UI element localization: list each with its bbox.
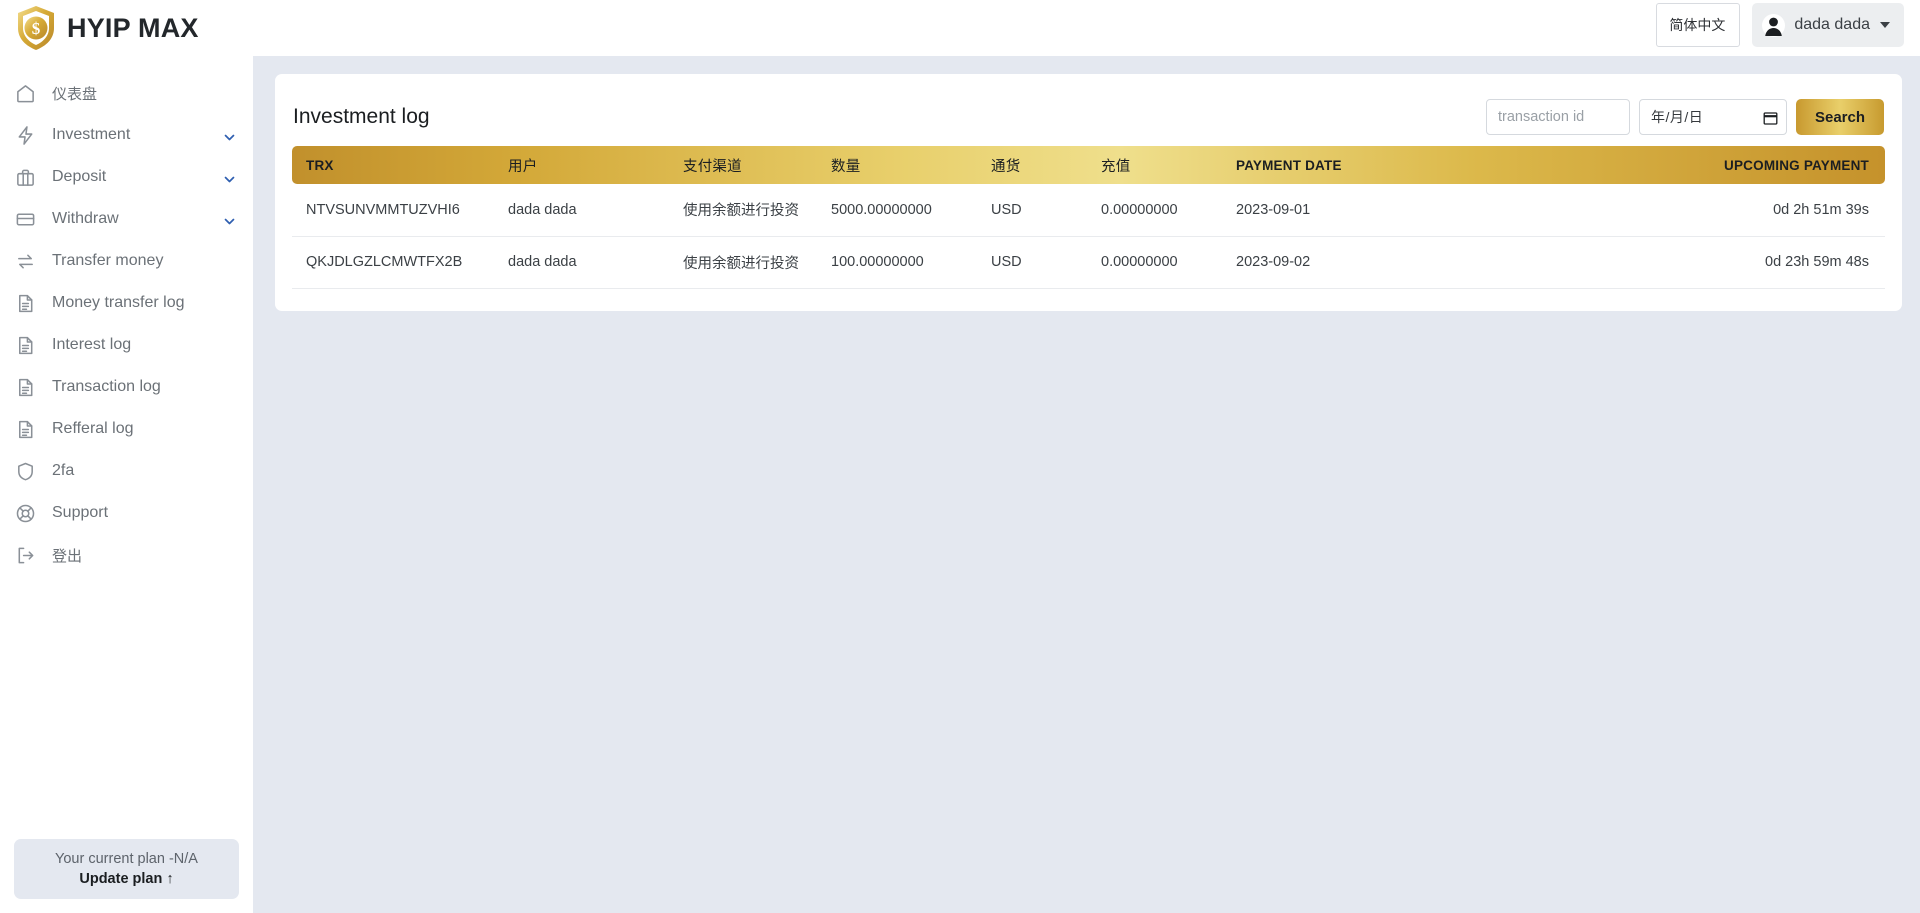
sidebar-item-label: Money transfer log [52, 294, 185, 312]
table-row: QKJDLGZLCMWTFX2B dada dada 使用余额进行投资 100.… [292, 236, 1885, 288]
chevron-down-icon[interactable] [224, 172, 235, 183]
sidebar-item-interest-log[interactable]: Interest log [0, 324, 253, 366]
cell-channel: 使用余额进行投资 [677, 236, 825, 288]
language-label: 简体中文 [1669, 15, 1725, 35]
column-header-upcoming-payment: UPCOMING PAYMENT [1520, 146, 1885, 184]
cell-user: dada dada [502, 184, 677, 236]
chevron-down-icon[interactable] [224, 130, 235, 141]
cell-currency: USD [985, 184, 1095, 236]
cell-trx: NTVSUNVMMTUZVHI6 [292, 184, 502, 236]
cell-amount: 5000.00000000 [825, 184, 985, 236]
user-avatar-icon [1762, 14, 1785, 37]
search-button[interactable]: Search [1796, 99, 1884, 135]
calendar-icon [1763, 110, 1778, 125]
sidebar-item-logout[interactable]: 登出 [0, 534, 253, 576]
sidebar-item-support[interactable]: Support [0, 492, 253, 534]
table-header-row: TRX 用户 支付渠道 数量 通货 充值 PAYMENT DATE UPCOMI… [292, 146, 1885, 184]
cell-currency: USD [985, 236, 1095, 288]
cell-payment-date: 2023-09-01 [1230, 184, 1520, 236]
current-plan-card: Your current plan -N/A Update plan ↑ [14, 839, 239, 899]
sidebar-item-label: 仪表盘 [52, 83, 97, 104]
language-selector[interactable]: 简体中文 [1656, 3, 1740, 47]
column-header-amount: 数量 [825, 146, 985, 184]
card-header: Investment log 年/月/日 Search [292, 94, 1885, 140]
date-placeholder-label: 年/月/日 [1651, 107, 1703, 127]
credit-card-icon [14, 208, 36, 230]
table-row: NTVSUNVMMTUZVHI6 dada dada 使用余额进行投资 5000… [292, 184, 1885, 236]
cell-trx: QKJDLGZLCMWTFX2B [292, 236, 502, 288]
sidebar-item-label: Interest log [52, 336, 131, 354]
sidebar: 仪表盘 Investment Deposit [0, 56, 253, 913]
document-icon [14, 418, 36, 440]
table-body: NTVSUNVMMTUZVHI6 dada dada 使用余额进行投资 5000… [292, 184, 1885, 288]
sidebar-item-label: 2fa [52, 462, 74, 480]
table-header: TRX 用户 支付渠道 数量 通货 充值 PAYMENT DATE UPCOMI… [292, 146, 1885, 184]
sidebar-item-label: Investment [52, 126, 130, 144]
sidebar-item-deposit[interactable]: Deposit [0, 156, 253, 198]
cell-charge: 0.00000000 [1095, 236, 1230, 288]
brand-name: HYIP MAX [67, 13, 199, 44]
cell-user: dada dada [502, 236, 677, 288]
cell-upcoming-payment: 0d 2h 51m 39s [1520, 184, 1885, 236]
cell-charge: 0.00000000 [1095, 184, 1230, 236]
column-header-user: 用户 [502, 146, 677, 184]
cell-upcoming-payment: 0d 23h 59m 48s [1520, 236, 1885, 288]
column-header-payment-date: PAYMENT DATE [1230, 146, 1520, 184]
chevron-down-icon [1880, 22, 1890, 28]
shield-dollar-icon: $ [14, 4, 58, 52]
sidebar-item-2fa[interactable]: 2fa [0, 450, 253, 492]
investment-log-table: TRX 用户 支付渠道 数量 通货 充值 PAYMENT DATE UPCOMI… [292, 146, 1885, 289]
sidebar-item-dashboard[interactable]: 仪表盘 [0, 72, 253, 114]
investment-log-card: Investment log 年/月/日 Search [275, 74, 1902, 311]
life-buoy-icon [14, 502, 36, 524]
sidebar-item-transfer-money[interactable]: Transfer money [0, 240, 253, 282]
transfer-arrows-icon [14, 250, 36, 272]
brand-logo-area[interactable]: $ HYIP MAX [14, 4, 199, 52]
sidebar-item-label: Transfer money [52, 252, 163, 270]
column-header-charge: 充值 [1095, 146, 1230, 184]
user-menu[interactable]: dada dada [1752, 3, 1904, 47]
sidebar-item-refferal-log[interactable]: Refferal log [0, 408, 253, 450]
document-icon [14, 334, 36, 356]
top-bar: $ HYIP MAX 简体中文 dada dada [0, 0, 1920, 56]
transaction-id-input[interactable] [1486, 99, 1630, 135]
sidebar-item-label: Deposit [52, 168, 106, 186]
svg-text:$: $ [32, 19, 41, 38]
cell-amount: 100.00000000 [825, 236, 985, 288]
column-header-channel: 支付渠道 [677, 146, 825, 184]
lightning-icon [14, 124, 36, 146]
sidebar-item-label: 登出 [52, 545, 82, 566]
document-icon [14, 376, 36, 398]
logout-icon [14, 544, 36, 566]
update-plan-link[interactable]: Update plan ↑ [79, 871, 173, 887]
current-plan-label: Your current plan -N/A [55, 851, 198, 867]
cell-payment-date: 2023-09-02 [1230, 236, 1520, 288]
topbar-right-group: 简体中文 dada dada [1656, 3, 1904, 47]
chevron-down-icon[interactable] [224, 214, 235, 225]
briefcase-icon [14, 166, 36, 188]
column-header-trx: TRX [292, 146, 502, 184]
sidebar-item-withdraw[interactable]: Withdraw [0, 198, 253, 240]
sidebar-item-transaction-log[interactable]: Transaction log [0, 366, 253, 408]
shield-icon [14, 460, 36, 482]
sidebar-item-label: Support [52, 504, 108, 522]
payment-date-input[interactable]: 年/月/日 [1639, 99, 1787, 135]
sidebar-item-money-transfer-log[interactable]: Money transfer log [0, 282, 253, 324]
column-header-currency: 通货 [985, 146, 1095, 184]
document-icon [14, 292, 36, 314]
sidebar-item-label: Refferal log [52, 420, 134, 438]
cell-channel: 使用余额进行投资 [677, 184, 825, 236]
main-content: Investment log 年/月/日 Search [253, 56, 1920, 913]
search-controls: 年/月/日 Search [1486, 99, 1884, 135]
sidebar-item-label: Transaction log [52, 378, 161, 396]
home-icon [14, 82, 36, 104]
sidebar-item-investment[interactable]: Investment [0, 114, 253, 156]
user-name-label: dada dada [1794, 16, 1870, 34]
page-title: Investment log [293, 105, 430, 129]
sidebar-item-label: Withdraw [52, 210, 119, 228]
